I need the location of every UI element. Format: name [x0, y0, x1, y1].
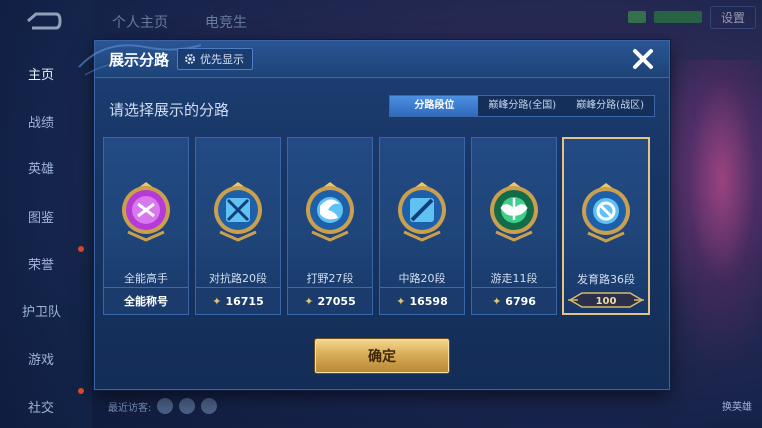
lane-score: 16598 — [409, 294, 448, 308]
mid-lane-icon — [398, 182, 446, 242]
avatar[interactable] — [179, 398, 196, 414]
lane-score: 16715 — [225, 294, 264, 308]
lane-score: 27055 — [317, 294, 356, 308]
rank-star-icon: ✦ — [304, 294, 314, 308]
lane-name: 游走11段 — [490, 272, 538, 285]
lane-card-allround[interactable]: 全能高手 全能称号 — [103, 137, 189, 315]
lane-footer: 100 — [564, 287, 648, 313]
battery-icon — [653, 11, 702, 23]
notification-dot — [78, 388, 84, 394]
recent-visitors-label: 最近访客: — [108, 402, 152, 414]
title-label: 全能称号 — [124, 295, 168, 308]
sidebar-item-record[interactable]: 战绩 — [0, 112, 84, 131]
lane-name: 对抗路20段 — [209, 272, 267, 285]
priority-display-button[interactable]: 优先显示 — [177, 48, 253, 70]
lane-card-farm[interactable]: 发育路36段 100 — [562, 137, 650, 315]
lane-footer: ✦ 16598 — [380, 287, 464, 314]
sidebar-item-heroes[interactable]: 英雄 — [0, 158, 84, 177]
lane-footer: ✦ 27055 — [288, 287, 372, 314]
lane-name: 发育路36段 — [577, 273, 635, 286]
lane-footer: 全能称号 — [104, 287, 188, 314]
tab-peak-national[interactable]: 巅峰分路(全国) — [478, 96, 567, 116]
dialog-title: 展示分路 — [109, 51, 170, 69]
lane-card-jungle[interactable]: 打野27段 ✦ 27055 — [287, 137, 373, 315]
rank-star-icon: ✦ — [492, 294, 502, 308]
avatar[interactable] — [157, 398, 174, 414]
rank-badge-value: 100 — [595, 296, 617, 307]
sidebar-item-codex[interactable]: 图鉴 — [0, 207, 84, 226]
sidebar-item-game[interactable]: 游戏 — [0, 349, 84, 368]
lane-tabs: 分路段位 巅峰分路(全国) 巅峰分路(战区) — [389, 95, 655, 117]
tab-esports[interactable]: 电竞生 — [205, 12, 247, 32]
tab-peak-region[interactable]: 巅峰分路(战区) — [566, 96, 654, 116]
lane-name: 全能高手 — [124, 272, 168, 285]
priority-display-label: 优先显示 — [200, 53, 244, 66]
jungle-icon — [306, 182, 354, 242]
dialog-header: 展示分路 优先显示 — [78, 41, 669, 78]
lane-footer: ✦ 6796 — [472, 287, 556, 314]
sidebar-item-honor[interactable]: 荣誉 — [0, 254, 84, 273]
avatar[interactable] — [201, 398, 218, 414]
top-right-status: 设置 — [627, 5, 756, 29]
lane-footer: ✦ 16715 — [196, 287, 280, 314]
close-icon[interactable] — [627, 43, 659, 75]
sidebar-item-social[interactable]: 社交 — [0, 397, 84, 416]
tab-personal-home[interactable]: 个人主页 — [112, 12, 168, 32]
allround-icon — [122, 182, 170, 242]
clash-lane-icon — [214, 182, 262, 242]
lane-card-mid[interactable]: 中路20段 ✦ 16598 — [379, 137, 465, 315]
rank-star-icon: ✦ — [396, 294, 406, 308]
lane-card-clash[interactable]: 对抗路20段 ✦ 16715 — [195, 137, 281, 315]
hero-artwork — [662, 60, 762, 360]
roam-icon — [490, 182, 538, 242]
gear-icon — [185, 54, 195, 64]
wifi-icon — [627, 11, 646, 23]
sidebar-item-home[interactable]: 主页 — [0, 64, 84, 83]
confirm-button[interactable]: 确定 — [315, 339, 449, 373]
lane-name: 中路20段 — [398, 272, 446, 285]
sidebar-item-guard[interactable]: 护卫队 — [0, 301, 84, 320]
rank-star-icon: ✦ — [212, 294, 222, 308]
farm-lane-icon — [582, 183, 630, 243]
change-hero-button[interactable]: 换英雄 — [722, 398, 752, 413]
lane-display-dialog: 展示分路 优先显示 请选择展示的分路 分路段位 巅峰分路(全国) 巅峰分路(战区… — [78, 40, 670, 390]
lane-card-list: 全能高手 全能称号 对抗路20段 ✦ 16715 打野27段 ✦ 27055 中… — [103, 137, 650, 315]
lane-card-roam[interactable]: 游走11段 ✦ 6796 — [471, 137, 557, 315]
lane-score: 6796 — [505, 294, 536, 308]
recent-visitors: 最近访客: — [108, 398, 218, 414]
tab-lane-rank[interactable]: 分路段位 — [390, 96, 479, 116]
settings-button[interactable]: 设置 — [709, 5, 756, 29]
notification-dot — [78, 246, 84, 252]
dialog-prompt: 请选择展示的分路 — [109, 101, 230, 119]
lane-name: 打野27段 — [306, 272, 354, 285]
back-icon[interactable] — [22, 10, 62, 32]
